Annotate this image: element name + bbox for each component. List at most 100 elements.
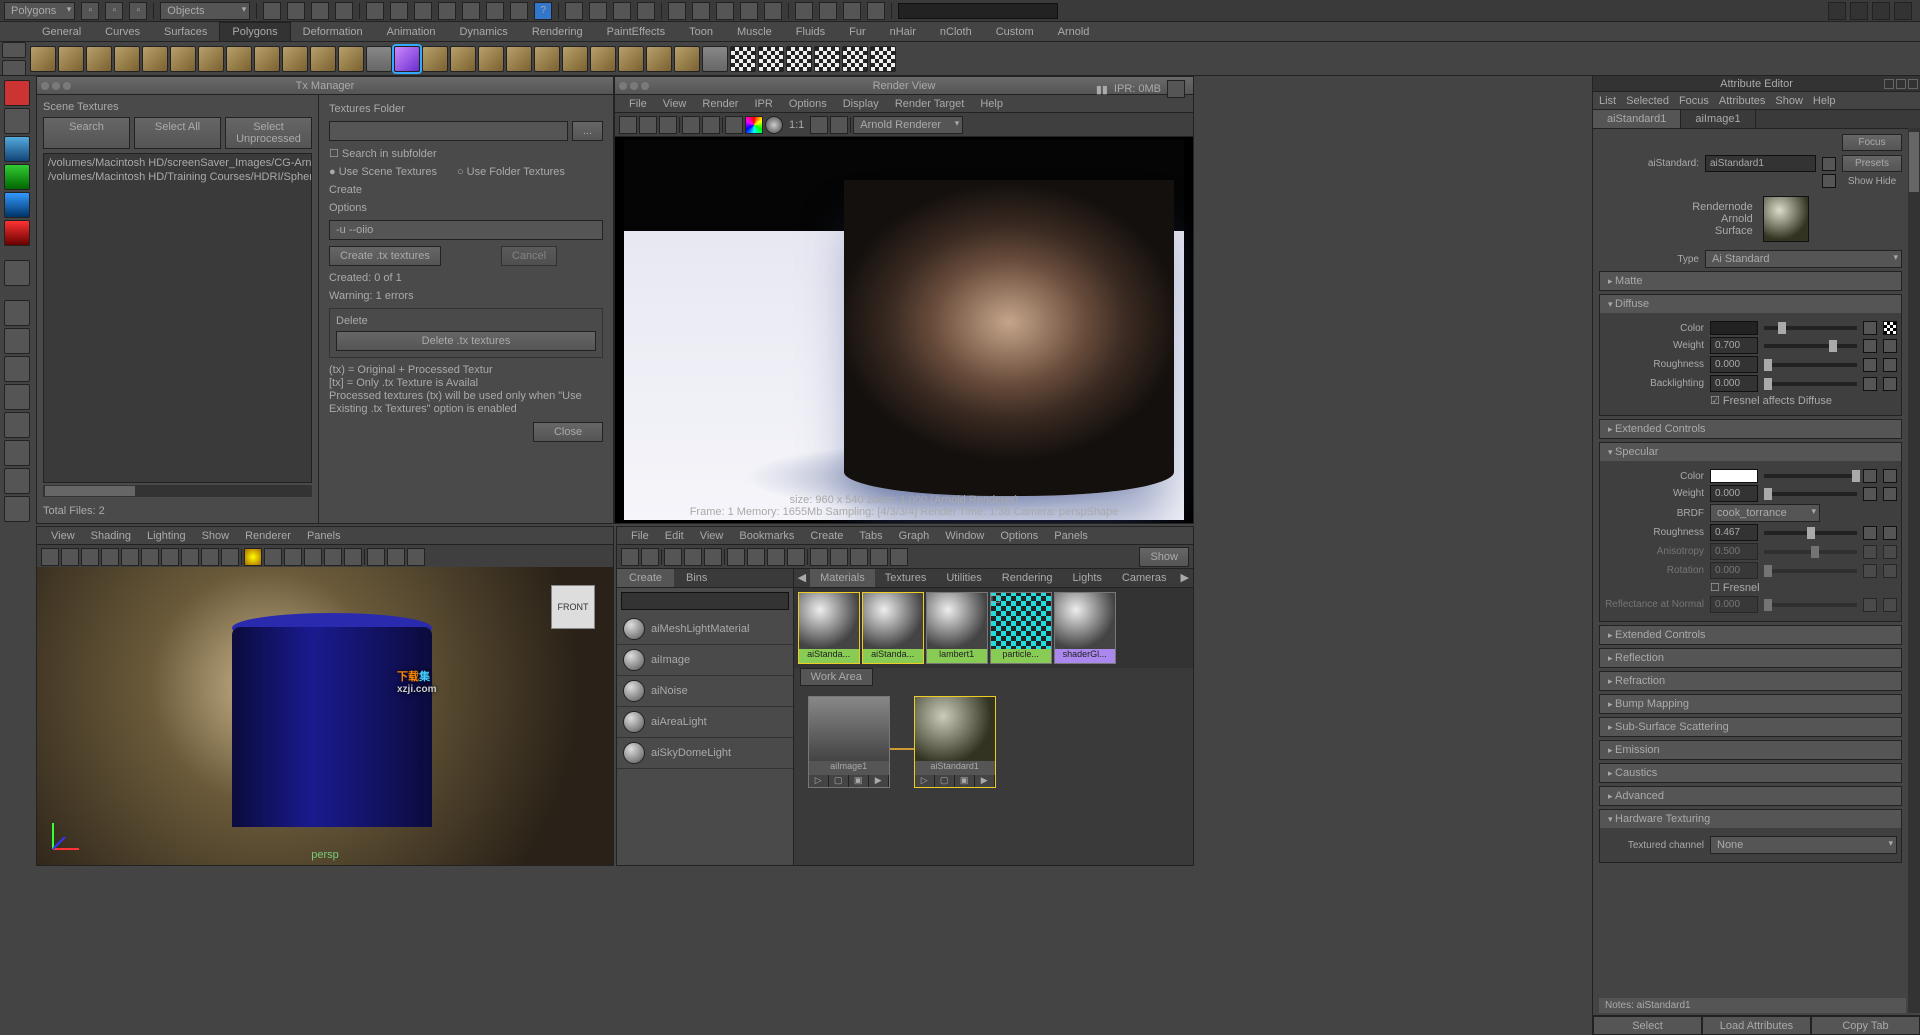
diffuse-color-swatch[interactable] xyxy=(1710,321,1758,335)
sect-hwtex-header[interactable]: Hardware Texturing xyxy=(1600,810,1901,828)
hs-tool-icon[interactable] xyxy=(664,548,682,566)
rv-render-icon[interactable] xyxy=(619,116,637,134)
vp-tool-icon[interactable] xyxy=(161,548,179,566)
layout-single-icon[interactable] xyxy=(4,300,30,326)
poly-cube-icon[interactable] xyxy=(58,46,84,72)
uv-checker-icon[interactable] xyxy=(870,46,896,72)
browse-folder-button[interactable]: ... xyxy=(572,121,603,141)
hs-right-tab[interactable]: Materials xyxy=(810,569,875,587)
tx-close-button[interactable]: Close xyxy=(533,422,603,442)
rv-color-icon[interactable] xyxy=(745,116,763,134)
create-tx-button[interactable]: Create .tx textures xyxy=(329,246,441,266)
rotate-tool-icon[interactable] xyxy=(4,192,30,218)
show-hide-label[interactable]: Show Hide xyxy=(1842,176,1902,187)
poly-smooth-icon[interactable] xyxy=(674,46,700,72)
attr-menu-item[interactable]: List xyxy=(1599,95,1616,107)
hs-tool-icon[interactable] xyxy=(641,548,659,566)
node-name-input[interactable]: aiStandard1 xyxy=(1705,155,1816,172)
tx-select-unprocessed-button[interactable]: Select Unprocessed xyxy=(225,117,312,149)
view-cube[interactable]: FRONT xyxy=(551,585,595,629)
poly-bevel-icon[interactable] xyxy=(590,46,616,72)
attr-menu-item[interactable]: Help xyxy=(1813,95,1836,107)
move-tool-icon[interactable] xyxy=(4,164,30,190)
select-tool-icon[interactable] xyxy=(4,80,30,106)
spec-color-slider[interactable] xyxy=(1764,474,1857,478)
tx-select-all-button[interactable]: Select All xyxy=(134,117,221,149)
hs-left-tab[interactable]: Create xyxy=(617,569,674,587)
misc-icon[interactable] xyxy=(819,2,837,20)
textures-folder-input[interactable] xyxy=(329,121,568,141)
map-button-icon[interactable] xyxy=(1863,487,1877,501)
backlight-slider[interactable] xyxy=(1764,382,1857,386)
rv-menu-item[interactable]: View xyxy=(655,96,695,112)
hs-tool-icon[interactable] xyxy=(727,548,745,566)
shelf-tab-dynamics[interactable]: Dynamics xyxy=(448,23,520,41)
tabs-next-icon[interactable]: ▶ xyxy=(1177,569,1193,587)
attr-notes-label[interactable]: Notes: aiStandard1 xyxy=(1599,998,1906,1013)
hs-menu-item[interactable]: Bookmarks xyxy=(731,528,802,544)
tx-list-hscroll[interactable] xyxy=(43,485,312,497)
toggle-panel-icon[interactable] xyxy=(1894,2,1912,20)
vp-tool-icon[interactable] xyxy=(201,548,219,566)
map-button-icon[interactable] xyxy=(1863,321,1877,335)
poly-collapse-icon[interactable] xyxy=(646,46,672,72)
vp-tool-icon[interactable] xyxy=(61,548,79,566)
map-button-icon[interactable] xyxy=(1883,339,1897,353)
search-subfolder-checkbox[interactable]: Search in subfolder xyxy=(329,147,603,160)
rv-ipr-icon[interactable] xyxy=(682,116,700,134)
sect-header[interactable]: Advanced xyxy=(1600,787,1901,805)
poly-extrude-icon[interactable] xyxy=(478,46,504,72)
hs-tool-icon[interactable] xyxy=(787,548,805,566)
work-area-tab[interactable]: Work Area xyxy=(800,668,873,686)
new-scene-icon[interactable]: ▫ xyxy=(81,2,99,20)
hs-tool-icon[interactable] xyxy=(810,548,828,566)
hs-tool-icon[interactable] xyxy=(830,548,848,566)
hs-menu-item[interactable]: Create xyxy=(802,528,851,544)
rv-menu-item[interactable]: File xyxy=(621,96,655,112)
sect-header[interactable]: Caustics xyxy=(1600,764,1901,782)
hs-menu-item[interactable]: View xyxy=(692,528,732,544)
use-folder-textures-radio[interactable]: Use Folder Textures xyxy=(457,166,565,178)
snap-icon[interactable] xyxy=(390,2,408,20)
spec-weight-input[interactable]: 0.000 xyxy=(1710,485,1758,502)
shelf-switch-icon[interactable] xyxy=(2,42,26,58)
uv-checker-icon[interactable] xyxy=(786,46,812,72)
fresnel-diffuse-checkbox[interactable]: ☑ Fresnel affects Diffuse xyxy=(1710,394,1832,407)
shelf-tab-ncloth[interactable]: nCloth xyxy=(928,23,984,41)
help-icon[interactable]: ? xyxy=(534,2,552,20)
uv-checker-icon[interactable] xyxy=(842,46,868,72)
poly-fill-icon[interactable] xyxy=(618,46,644,72)
tx-cancel-button[interactable]: Cancel xyxy=(501,246,557,266)
vp-menu-item[interactable]: Lighting xyxy=(139,528,194,544)
toggle-panel-icon[interactable] xyxy=(1850,2,1868,20)
poly-type-icon[interactable] xyxy=(366,46,392,72)
last-tool-icon[interactable] xyxy=(4,260,30,286)
shelf-tab-curves[interactable]: Curves xyxy=(93,23,152,41)
rv-snapshot-icon[interactable] xyxy=(659,116,677,134)
rv-menu-item[interactable]: Render Target xyxy=(887,96,973,112)
sect-header[interactable]: Bump Mapping xyxy=(1600,695,1901,713)
poly-platonic-icon[interactable] xyxy=(338,46,364,72)
hs-create-node[interactable]: aiSkyDomeLight xyxy=(617,738,793,769)
brdf-dropdown[interactable]: cook_torrance xyxy=(1710,504,1820,522)
vp-tool-icon[interactable] xyxy=(121,548,139,566)
vp-tool-icon[interactable] xyxy=(81,548,99,566)
uv-checker-icon[interactable] xyxy=(758,46,784,72)
vp-tool-icon[interactable] xyxy=(367,548,385,566)
misc-icon[interactable] xyxy=(795,2,813,20)
layout-icon[interactable] xyxy=(764,2,782,20)
vp-menu-item[interactable]: Show xyxy=(194,528,238,544)
poly-cylinder-icon[interactable] xyxy=(86,46,112,72)
hs-create-node[interactable]: aiMeshLightMaterial xyxy=(617,614,793,645)
hs-work-area[interactable]: Work Area aiImage1 ▷▢▣▶ aiStandard1 ▷▢▣▶ xyxy=(794,668,1193,865)
fresnel-checkbox[interactable]: ☐ Fresnel xyxy=(1710,581,1760,594)
rv-renderer-dropdown[interactable]: Arnold Renderer xyxy=(853,116,963,134)
vp-light-icon[interactable] xyxy=(284,548,302,566)
toggle-panel-icon[interactable] xyxy=(1828,2,1846,20)
map-button-icon[interactable] xyxy=(1863,377,1877,391)
selection-mask-dropdown[interactable]: Objects xyxy=(160,2,250,20)
misc-icon[interactable] xyxy=(867,2,885,20)
shelf-tab-muscle[interactable]: Muscle xyxy=(725,23,784,41)
render-icon[interactable] xyxy=(565,2,583,20)
layout-icon[interactable] xyxy=(4,384,30,410)
